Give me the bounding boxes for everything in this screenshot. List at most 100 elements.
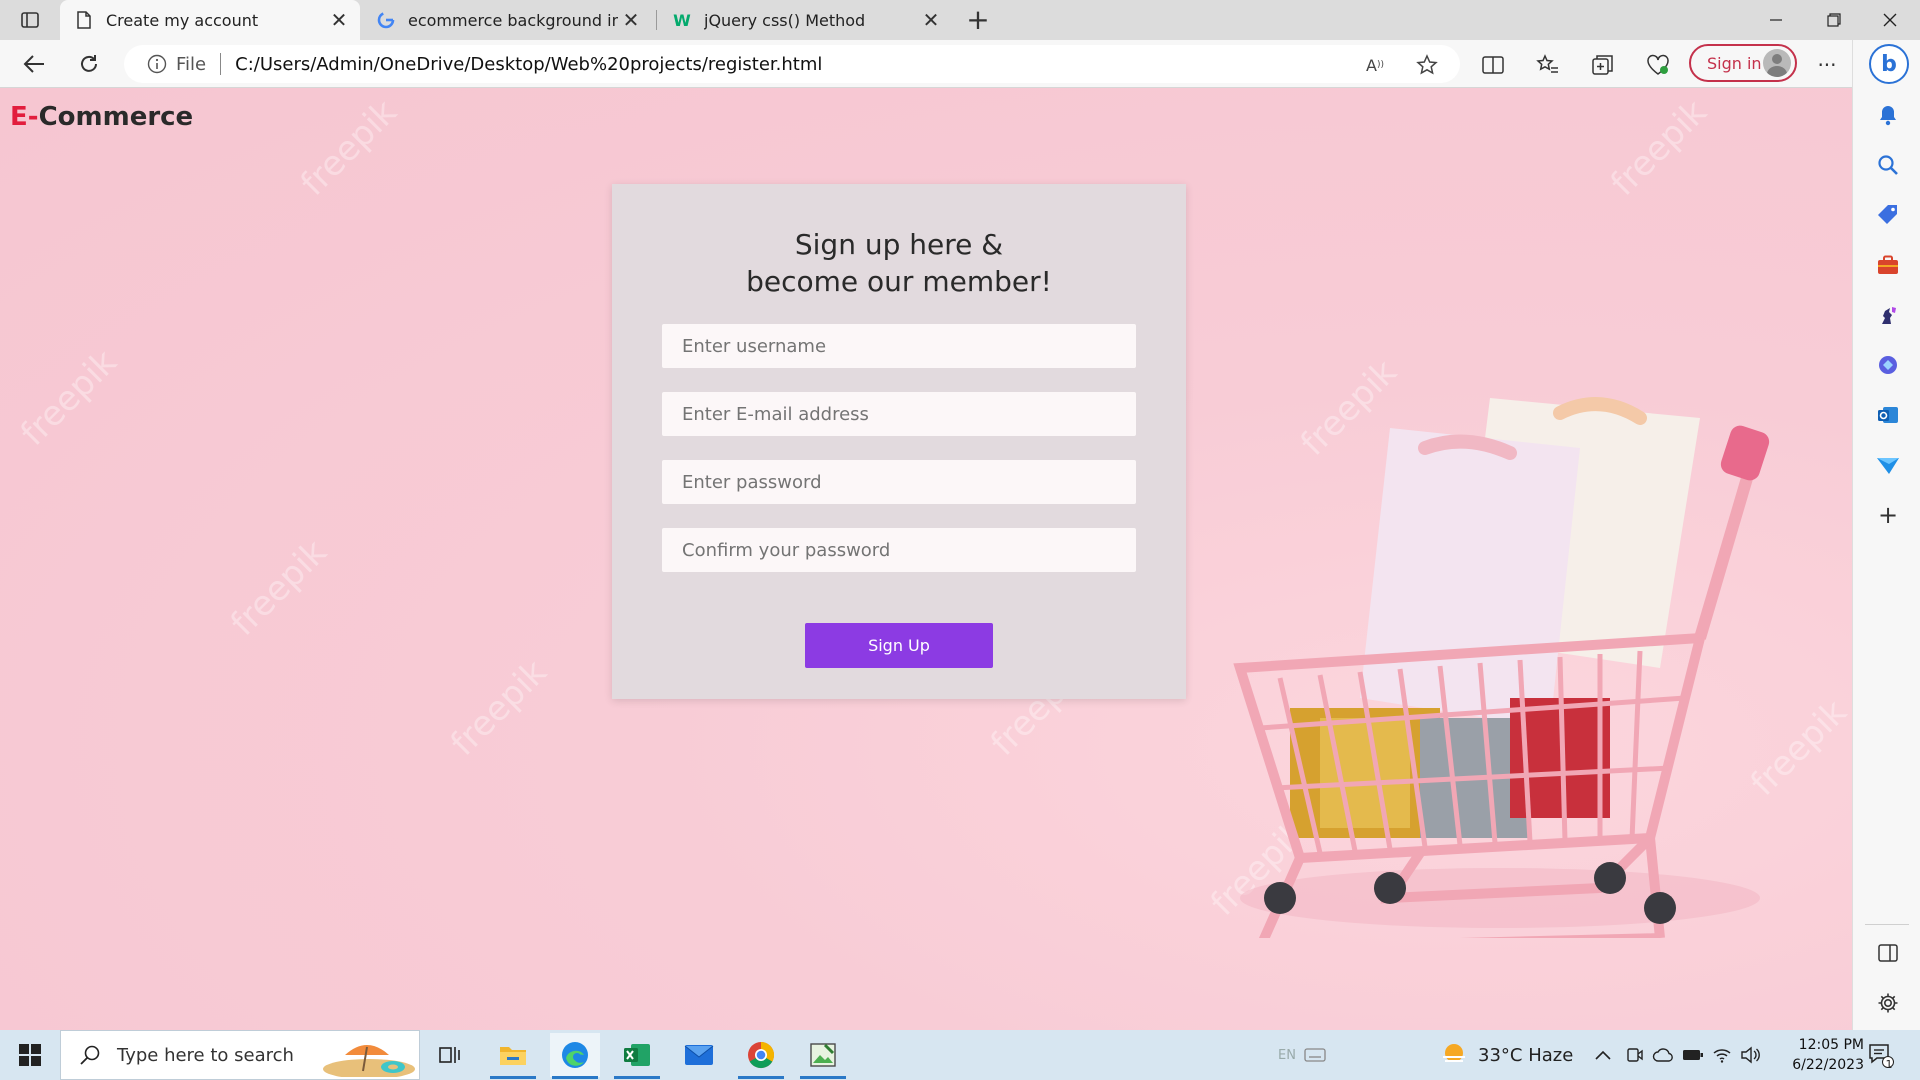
- email-input[interactable]: [662, 392, 1136, 436]
- tab-actions-button[interactable]: [14, 6, 46, 34]
- mail-icon: [684, 1045, 714, 1065]
- search-highlight-beach-icon: [323, 1045, 415, 1077]
- edge-browser-icon: [562, 1042, 588, 1068]
- tab-title: ecommerce background image li: [408, 10, 618, 30]
- username-input[interactable]: [662, 324, 1136, 368]
- outlook-icon[interactable]: [1875, 402, 1901, 428]
- minimize-button[interactable]: [1748, 0, 1804, 40]
- taskbar-excel[interactable]: [612, 1033, 662, 1079]
- back-arrow-icon: [23, 55, 44, 73]
- form-title-line2: become our member!: [746, 265, 1052, 298]
- add-sidebar-app-icon[interactable]: +: [1875, 501, 1901, 529]
- task-view-button[interactable]: [425, 1033, 475, 1077]
- bing-chat-icon[interactable]: b: [1869, 44, 1909, 84]
- taskbar-file-explorer[interactable]: [488, 1033, 538, 1079]
- split-screen-icon[interactable]: [1480, 52, 1506, 78]
- address-bar[interactable]: File C:/Users/Admin/OneDrive/Desktop/Web…: [124, 45, 1460, 83]
- clock-time: 12:05 PM: [1798, 1037, 1864, 1053]
- password-input[interactable]: [662, 460, 1136, 504]
- tab-ecommerce-search[interactable]: ecommerce background image li ✕: [362, 0, 652, 40]
- file-explorer-icon: [500, 1047, 526, 1065]
- sign-in-label: Sign in: [1707, 53, 1762, 73]
- restore-button[interactable]: [1806, 0, 1862, 40]
- search-sidebar-icon[interactable]: [1875, 152, 1901, 178]
- signup-form: Sign up here & become our member! Sign U…: [612, 184, 1186, 699]
- page-viewport: freepik freepik freepik freepik freepik …: [0, 88, 1852, 1030]
- page-icon: [74, 10, 94, 30]
- system-clock[interactable]: 12:05 PM 6/22/2023: [1764, 1035, 1864, 1075]
- image-editor-icon: [810, 1043, 836, 1067]
- url-divider: [220, 53, 222, 75]
- notification-center-icon[interactable]: 1: [1868, 1030, 1894, 1080]
- taskbar-mail[interactable]: [674, 1033, 724, 1077]
- refresh-button[interactable]: [72, 48, 106, 80]
- confirm-password-input[interactable]: [662, 528, 1136, 572]
- excel-icon: [624, 1044, 650, 1066]
- close-tab-icon[interactable]: ✕: [918, 7, 944, 33]
- drop-send-icon[interactable]: [1875, 452, 1901, 478]
- info-icon[interactable]: [146, 53, 168, 75]
- weather-text: 33°C Haze: [1478, 1044, 1574, 1066]
- tab-create-account[interactable]: Create my account ✕: [60, 0, 360, 40]
- clock-date: 6/22/2023: [1792, 1057, 1864, 1073]
- logo-accent: E-: [10, 102, 39, 132]
- tools-briefcase-icon[interactable]: [1875, 252, 1901, 278]
- tab-title: jQuery css() Method: [704, 10, 866, 30]
- taskbar-image-editor[interactable]: [798, 1033, 848, 1079]
- url-text[interactable]: C:/Users/Admin/OneDrive/Desktop/Web%20pr…: [235, 54, 822, 75]
- meet-now-icon[interactable]: [1626, 1030, 1644, 1080]
- collections-icon[interactable]: [1590, 52, 1616, 78]
- language-indicator[interactable]: EN: [1278, 1030, 1296, 1080]
- windows-taskbar: Type here to search EN 33°C Haze 12:05 P…: [0, 1030, 1920, 1080]
- minimize-icon: [1770, 19, 1782, 21]
- close-tab-icon[interactable]: ✕: [618, 7, 644, 33]
- read-aloud-icon[interactable]: A)): [1364, 54, 1386, 76]
- close-tab-icon[interactable]: ✕: [326, 7, 352, 33]
- taskbar-chrome[interactable]: [736, 1033, 786, 1079]
- search-icon: [77, 1042, 103, 1068]
- new-tab-button[interactable]: +: [964, 6, 992, 34]
- start-button[interactable]: [0, 1030, 60, 1080]
- sign-up-button[interactable]: Sign Up: [805, 623, 993, 668]
- weather-widget[interactable]: 33°C Haze: [1440, 1030, 1573, 1080]
- shopping-tag-icon[interactable]: [1875, 202, 1901, 228]
- site-logo[interactable]: E-Commerce: [10, 102, 193, 132]
- sidebar-divider: [1865, 924, 1909, 925]
- watermark: freepik: [223, 532, 335, 644]
- watermark: freepik: [443, 652, 555, 764]
- copilot-icon[interactable]: [1875, 352, 1901, 378]
- form-title: Sign up here & become our member!: [612, 226, 1186, 300]
- google-icon: [376, 10, 396, 30]
- shopping-cart-illustration: [1233, 397, 1770, 938]
- sign-in-button[interactable]: Sign in: [1689, 44, 1797, 82]
- favorites-icon[interactable]: [1535, 52, 1561, 78]
- close-window-button[interactable]: [1862, 0, 1918, 40]
- favorite-star-icon[interactable]: [1416, 54, 1438, 76]
- games-icon[interactable]: [1875, 302, 1901, 328]
- tab-jquery-css[interactable]: W jQuery css() Method ✕: [658, 0, 952, 40]
- haze-sun-icon: [1443, 1044, 1465, 1062]
- show-hidden-icons-chevron-up-icon[interactable]: [1594, 1030, 1612, 1080]
- taskbar-edge[interactable]: [550, 1033, 600, 1079]
- keyboard-icon[interactable]: [1304, 1030, 1326, 1080]
- task-view-icon: [439, 1047, 460, 1063]
- logo-text: Commerce: [38, 102, 194, 132]
- browser-essentials-icon[interactable]: [1645, 52, 1671, 78]
- navigation-bar: File C:/Users/Admin/OneDrive/Desktop/Web…: [0, 40, 1920, 88]
- restore-icon: [1827, 13, 1841, 27]
- wifi-icon[interactable]: [1712, 1030, 1732, 1080]
- more-menu-icon[interactable]: ···: [1814, 52, 1840, 78]
- avatar: [1763, 49, 1791, 77]
- sidebar-settings-gear-icon[interactable]: [1875, 990, 1901, 1016]
- taskbar-search-box[interactable]: Type here to search: [60, 1030, 420, 1080]
- edge-sidebar: b +: [1852, 40, 1920, 1030]
- cloud-sync-icon[interactable]: [1652, 1030, 1674, 1080]
- volume-icon[interactable]: [1740, 1030, 1760, 1080]
- w3schools-icon: W: [673, 10, 691, 30]
- hide-sidebar-icon[interactable]: [1875, 940, 1901, 966]
- battery-icon[interactable]: [1682, 1030, 1704, 1080]
- tab-actions-icon: [21, 12, 39, 28]
- back-button[interactable]: [17, 48, 51, 80]
- notifications-icon[interactable]: [1875, 102, 1901, 128]
- tab-separator: [656, 10, 657, 30]
